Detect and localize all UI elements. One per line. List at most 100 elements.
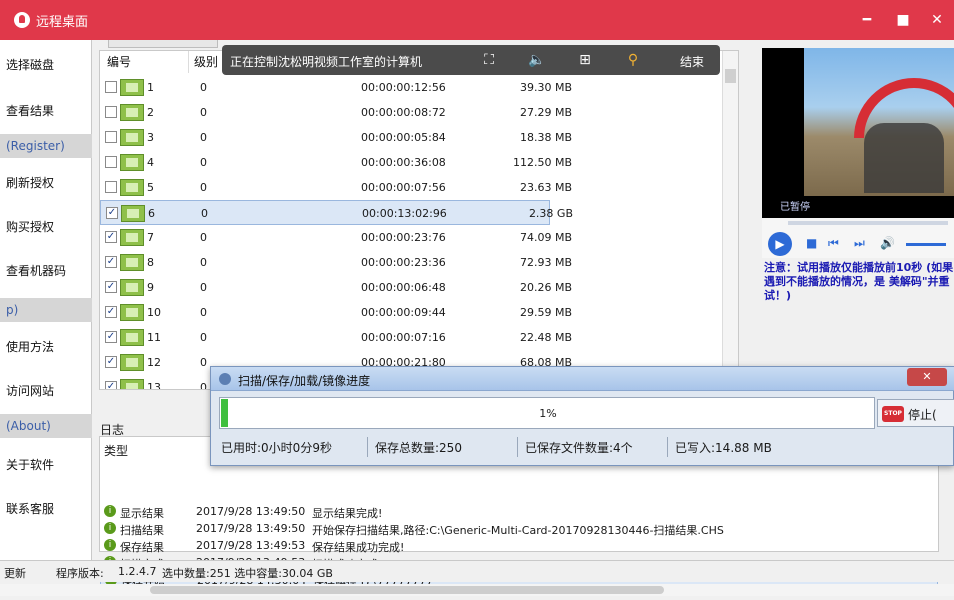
- log-time: 2017/9/28 13:49:50: [196, 505, 306, 518]
- resize-icon[interactable]: ⊞: [576, 51, 594, 69]
- remote-screen[interactable]: 选择磁盘 查看结果 (Register) 刷新授权 购买授权 查看机器码 p) …: [0, 40, 954, 600]
- progress-bar: 1%: [219, 397, 875, 429]
- table-row[interactable]: 4 0 00:00:00:36:08 112.50 MB: [100, 150, 738, 175]
- stop-button[interactable]: STOP 停止(: [877, 399, 954, 427]
- row-id: 8: [147, 256, 154, 269]
- row-checkbox[interactable]: ✓: [106, 207, 118, 219]
- volume-icon[interactable]: 🔊: [880, 236, 895, 250]
- row-checkbox[interactable]: ✓: [105, 381, 117, 389]
- fullscreen-icon[interactable]: ⛶: [480, 51, 498, 69]
- trial-notice: 注意：试用播放仅能播放前10秒 (如果遇到不能播放的情况，是 美解码"并重试！): [764, 261, 954, 302]
- row-size: 112.50 MB: [512, 156, 572, 169]
- version-label: 程序版本:: [56, 567, 104, 580]
- table-row[interactable]: 1 0 00:00:00:12:56 39.30 MB: [100, 75, 738, 100]
- col-header-level[interactable]: 级别: [194, 53, 218, 70]
- row-id: 11: [147, 331, 161, 344]
- seek-bar[interactable]: [788, 221, 948, 225]
- row-level: 0: [200, 331, 207, 344]
- row-duration: 00:00:00:07:56: [361, 181, 446, 194]
- row-checkbox[interactable]: ✓: [105, 356, 117, 368]
- row-duration: 00:00:00:23:76: [361, 231, 446, 244]
- status-bar: 更新 程序版本: 1.2.4.7 选中数量:251 选中容量:30.04 GB: [0, 560, 954, 582]
- table-row[interactable]: ✓ 10 0 00:00:00:09:44 29.59 MB: [100, 300, 738, 325]
- saved-count: 已保存文件数量:4个: [525, 441, 633, 455]
- sidebar-item-website[interactable]: 访问网站: [6, 382, 54, 399]
- minimize-button[interactable]: ━: [856, 10, 878, 30]
- table-scrollbar[interactable]: [722, 51, 738, 389]
- row-checkbox[interactable]: ✓: [105, 306, 117, 318]
- sidebar-item-buy-license[interactable]: 购买授权: [6, 218, 54, 235]
- sidebar-item-machine-code[interactable]: 查看机器码: [6, 262, 66, 279]
- col-header-id[interactable]: 编号: [107, 53, 131, 70]
- row-checkbox[interactable]: ✓: [105, 331, 117, 343]
- video-file-icon: [120, 79, 144, 96]
- table-row[interactable]: ✓ 6 0 00:00:13:02:96 2.38 GB: [100, 200, 573, 225]
- file-table: 编号 级别 长度 1000:00:00:12:5639.30 MB2000:00…: [99, 50, 739, 390]
- row-size: 22.48 MB: [519, 331, 572, 344]
- row-id: 4: [147, 156, 154, 169]
- sidebar-item-view-results[interactable]: 查看结果: [6, 102, 54, 119]
- play-button[interactable]: ▶: [768, 232, 792, 256]
- row-checkbox[interactable]: ✓: [105, 281, 117, 293]
- sidebar-item-contact[interactable]: 联系客服: [6, 500, 54, 517]
- sidebar-item-usage[interactable]: 使用方法: [6, 338, 54, 355]
- row-checkbox[interactable]: [105, 81, 117, 93]
- volume-slider[interactable]: [906, 243, 946, 246]
- row-checkbox[interactable]: [105, 131, 117, 143]
- sidebar-item-refresh-license[interactable]: 刷新授权: [6, 174, 54, 191]
- dialog-titlebar: 扫描/保存/加载/镜像进度 ✕: [211, 367, 954, 391]
- row-duration: 00:00:00:12:56: [361, 81, 446, 94]
- table-row[interactable]: 2 0 00:00:00:08:72 27.29 MB: [100, 100, 738, 125]
- next-icon[interactable]: ⏭: [854, 236, 865, 251]
- row-checkbox[interactable]: [105, 181, 117, 193]
- sidebar-item-about-software[interactable]: 关于软件: [6, 456, 54, 473]
- row-size: 74.09 MB: [519, 231, 572, 244]
- table-row[interactable]: ✓ 11 0 00:00:00:07:16 22.48 MB: [100, 325, 738, 350]
- results-tab[interactable]: [108, 40, 218, 48]
- video-preview[interactable]: 已暂停: [762, 48, 954, 218]
- row-level: 0: [200, 381, 207, 390]
- sidebar-item-select-disk[interactable]: 选择磁盘: [6, 56, 54, 73]
- video-file-icon: [120, 179, 144, 196]
- log-col-type[interactable]: 类型: [104, 442, 128, 459]
- log-row[interactable]: i 保存结果 2017/9/28 13:49:53 保存结果成功完成!: [100, 537, 938, 554]
- row-id: 13: [147, 381, 161, 390]
- stop-icon[interactable]: ■: [806, 236, 817, 250]
- row-id: 2: [147, 106, 154, 119]
- dialog-close-button[interactable]: ✕: [907, 368, 947, 386]
- table-row[interactable]: ✓ 8 0 00:00:00:23:36 72.93 MB: [100, 250, 738, 275]
- speaker-icon[interactable]: 🔈: [528, 51, 546, 69]
- video-controls: ▶ ■ ⏮ ⏭ 🔊: [762, 218, 954, 258]
- row-checkbox[interactable]: ✓: [105, 231, 117, 243]
- table-row[interactable]: 5 0 00:00:00:07:56 23.63 MB: [100, 175, 738, 200]
- row-checkbox[interactable]: [105, 156, 117, 168]
- row-id: 5: [147, 181, 154, 194]
- row-level: 0: [200, 256, 207, 269]
- maximize-button[interactable]: ■: [892, 10, 914, 30]
- table-row[interactable]: ✓ 9 0 00:00:00:06:48 20.26 MB: [100, 275, 738, 300]
- table-row[interactable]: 3 0 00:00:00:05:84 18.38 MB: [100, 125, 738, 150]
- row-size: 20.26 MB: [519, 281, 572, 294]
- row-level: 0: [200, 281, 207, 294]
- close-button[interactable]: ✕: [926, 10, 948, 30]
- row-duration: 00:00:00:23:36: [361, 256, 446, 269]
- row-id: 10: [147, 306, 161, 319]
- log-type: 显示结果: [120, 507, 164, 520]
- row-checkbox[interactable]: ✓: [105, 256, 117, 268]
- row-level: 0: [200, 306, 207, 319]
- update-label[interactable]: 更新: [4, 565, 26, 581]
- progress-percent: 1%: [539, 407, 557, 420]
- end-session-button[interactable]: 结束: [680, 53, 704, 70]
- log-row[interactable]: i 显示结果 2017/9/28 13:49:50 显示结果完成!: [100, 503, 938, 520]
- log-row[interactable]: i 扫描结果 2017/9/28 13:49:50 开始保存扫描结果,路径:C:\Ge…: [100, 520, 938, 537]
- video-file-icon: [120, 329, 144, 346]
- pin-icon[interactable]: ⚲: [624, 51, 642, 69]
- previous-icon[interactable]: ⏮: [828, 236, 839, 251]
- horizontal-scrollbar[interactable]: [0, 584, 954, 596]
- video-file-icon: [120, 254, 144, 271]
- row-duration: 00:00:00:06:48: [361, 281, 446, 294]
- row-id: 12: [147, 356, 161, 369]
- table-row[interactable]: ✓ 7 0 00:00:00:23:76 74.09 MB: [100, 225, 738, 250]
- info-icon: i: [104, 539, 116, 551]
- row-checkbox[interactable]: [105, 106, 117, 118]
